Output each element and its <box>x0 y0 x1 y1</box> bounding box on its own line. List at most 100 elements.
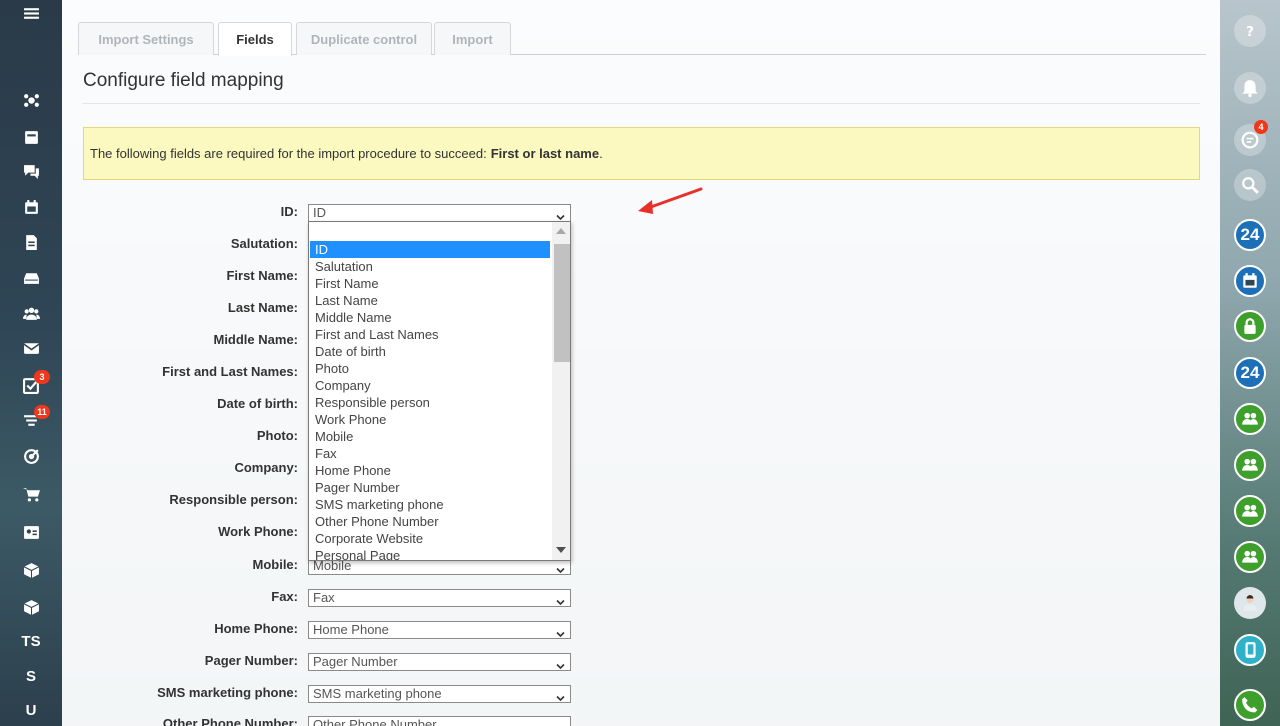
left-nav-item[interactable]: U <box>0 693 62 726</box>
required-fields-notice: The following fields are required for th… <box>83 127 1200 180</box>
left-nav-feed[interactable] <box>0 120 62 154</box>
dropdown-option[interactable]: Date of birth <box>310 343 550 360</box>
left-nav-box[interactable] <box>0 553 62 587</box>
avatar-icon <box>1241 594 1259 612</box>
chevron-down-icon <box>556 626 565 638</box>
dropdown-option[interactable]: Home Phone <box>310 462 550 479</box>
right-nav-item[interactable]: 24 <box>1234 219 1266 251</box>
dropdown-option[interactable]: Personal Page <box>310 547 550 560</box>
field-label: Home Phone: <box>214 621 298 636</box>
left-nav-document[interactable] <box>0 225 62 259</box>
left-nav-menu[interactable] <box>0 0 62 30</box>
menu-icon <box>23 5 40 22</box>
dropdown-option[interactable]: Photo <box>310 360 550 377</box>
scroll-thumb[interactable] <box>554 244 570 362</box>
tab-import-settings[interactable]: Import Settings <box>78 22 214 55</box>
document-icon <box>23 234 40 251</box>
dropdown-option[interactable]: First and Last Names <box>310 326 550 343</box>
dropdown-option[interactable]: ID <box>310 241 550 258</box>
right-nav-chat-bubble[interactable]: 4 <box>1234 120 1268 156</box>
divider <box>82 103 1200 104</box>
dropdown-option[interactable]: Salutation <box>310 258 550 275</box>
dropdown-scrollbar[interactable] <box>552 222 570 560</box>
right-nav-help[interactable]: ? <box>1234 15 1266 47</box>
field-label: Responsible person: <box>169 492 298 507</box>
contact-card-icon <box>23 524 40 541</box>
dropdown-option[interactable]: First Name <box>310 275 550 292</box>
tab-fields[interactable]: Fields <box>218 22 292 56</box>
left-nav-drive[interactable] <box>0 261 62 295</box>
scroll-up-icon[interactable] <box>556 228 566 234</box>
left-nav-cart[interactable] <box>0 477 62 511</box>
left-nav-item[interactable]: S <box>0 659 62 693</box>
phone-icon <box>1241 696 1259 714</box>
field-select[interactable]: Fax <box>308 589 571 607</box>
dropdown-option[interactable]: Pager Number <box>310 479 550 496</box>
dropdown-option[interactable]: Other Phone Number <box>310 513 550 530</box>
right-nav-group[interactable] <box>1234 541 1266 573</box>
page-title: Configure field mapping <box>83 70 284 91</box>
field-select[interactable]: SMS marketing phone <box>308 685 571 703</box>
dropdown-option[interactable]: Company <box>310 377 550 394</box>
left-nav-label: U <box>25 701 37 719</box>
left-sidebar: 3 11 TS S U <box>0 0 62 726</box>
left-nav-item[interactable]: TS <box>0 624 62 658</box>
dropdown-option[interactable]: Mobile <box>310 428 550 445</box>
field-label: Salutation: <box>230 236 298 251</box>
target-icon <box>23 448 40 465</box>
bell-icon <box>1241 79 1259 97</box>
dropdown-option[interactable]: Last Name <box>310 292 550 309</box>
left-nav-employees[interactable] <box>0 296 62 330</box>
right-nav-phone[interactable] <box>1234 689 1266 721</box>
left-nav-contact-card[interactable] <box>0 515 62 549</box>
left-nav-tasks[interactable]: 3 <box>0 368 62 402</box>
field-select[interactable]: Home Phone <box>308 621 571 639</box>
right-nav-label: 24 <box>1240 363 1260 382</box>
group-icon <box>1241 410 1259 428</box>
notice-required-field: First or last name <box>490 146 600 161</box>
employees-icon <box>22 305 40 322</box>
dropdown-option[interactable]: Work Phone <box>310 411 550 428</box>
right-nav-group[interactable] <box>1234 449 1266 481</box>
right-nav-phone-call[interactable] <box>1234 634 1266 666</box>
left-nav-chat[interactable] <box>0 154 62 188</box>
right-nav-bell[interactable] <box>1234 72 1266 104</box>
field-select-value: Home Phone <box>313 622 389 637</box>
dropdown-option[interactable]: Responsible person <box>310 394 550 411</box>
field-select[interactable]: Pager Number <box>308 653 571 671</box>
dropdown-options: ID Salutation First Name Last Name Middle Na… <box>310 223 550 560</box>
left-nav-target[interactable] <box>0 439 62 473</box>
tab-duplicate-control[interactable]: Duplicate control <box>296 22 432 55</box>
mail-icon <box>23 340 40 357</box>
right-nav-search[interactable] <box>1234 169 1266 201</box>
dropdown-option[interactable] <box>310 223 550 241</box>
dropdown-option[interactable]: Fax <box>310 445 550 462</box>
calendar-icon <box>1241 272 1259 290</box>
field-select[interactable]: ID <box>308 204 571 222</box>
field-select-dropdown[interactable]: ID Salutation First Name Last Name Middle Na… <box>308 221 571 561</box>
left-nav-calendar[interactable] <box>0 190 62 224</box>
chevron-down-icon <box>556 690 565 702</box>
tab-bar: Import Settings Fields Duplicate control… <box>78 22 1206 56</box>
scroll-down-icon[interactable] <box>556 547 566 553</box>
left-nav-mail[interactable] <box>0 331 62 365</box>
field-select[interactable]: Other Phone Number <box>308 716 571 726</box>
group-icon <box>1241 456 1259 474</box>
right-nav-group[interactable] <box>1234 495 1266 527</box>
box-icon <box>23 562 40 579</box>
right-nav-item[interactable]: 24 <box>1234 357 1266 389</box>
left-nav-box[interactable] <box>0 590 62 624</box>
dropdown-option[interactable]: Middle Name <box>310 309 550 326</box>
dropdown-option[interactable]: SMS marketing phone <box>310 496 550 513</box>
lock-icon <box>1241 317 1259 335</box>
left-nav-sites[interactable] <box>0 83 62 117</box>
right-nav-avatar[interactable] <box>1234 587 1266 619</box>
left-nav-label: TS <box>21 632 41 650</box>
cart-icon <box>22 486 40 503</box>
tab-import[interactable]: Import <box>434 22 511 55</box>
left-nav-crm[interactable]: 11 <box>0 403 62 437</box>
right-nav-group[interactable] <box>1234 403 1266 435</box>
right-nav-calendar[interactable] <box>1234 265 1266 297</box>
dropdown-option[interactable]: Corporate Website <box>310 530 550 547</box>
right-nav-lock[interactable] <box>1234 310 1266 342</box>
